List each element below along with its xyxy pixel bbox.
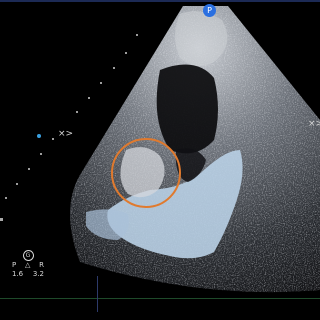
edge-marker bbox=[0, 218, 3, 221]
baseline bbox=[0, 298, 320, 299]
ultrasound-frame: ×> ×> P G P △ R 1.6 3.2 bbox=[0, 0, 320, 320]
depth-marker bbox=[5, 197, 7, 199]
scale-right-letter: R bbox=[39, 261, 44, 269]
cross-marker-right: ×> bbox=[308, 119, 320, 129]
depth-marker bbox=[16, 183, 18, 185]
triangle-icon: △ bbox=[24, 261, 31, 269]
depth-marker bbox=[88, 97, 90, 99]
cross-marker-left: ×> bbox=[58, 129, 74, 139]
focus-marker-dot bbox=[37, 134, 41, 138]
time-marker-line bbox=[97, 276, 98, 312]
depth-marker bbox=[125, 52, 127, 54]
orientation-glyph: G bbox=[22, 250, 34, 261]
depth-marker bbox=[52, 138, 54, 140]
depth-marker bbox=[136, 34, 138, 36]
depth-marker bbox=[40, 153, 42, 155]
depth-marker bbox=[113, 67, 115, 69]
scale-left-value: 1.6 bbox=[12, 270, 24, 278]
depth-marker bbox=[28, 168, 30, 170]
scale-right-value: 3.2 bbox=[32, 270, 44, 278]
scale-left-letter: P bbox=[12, 261, 17, 269]
echo-sector-image bbox=[70, 6, 320, 293]
depth-marker bbox=[76, 111, 78, 113]
ventricle-cavity bbox=[156, 64, 218, 154]
scale-indicator: G P △ R 1.6 3.2 bbox=[8, 250, 48, 279]
depth-marker bbox=[100, 82, 102, 84]
probe-orientation-marker: P bbox=[203, 4, 216, 17]
valve-echo bbox=[120, 147, 165, 198]
